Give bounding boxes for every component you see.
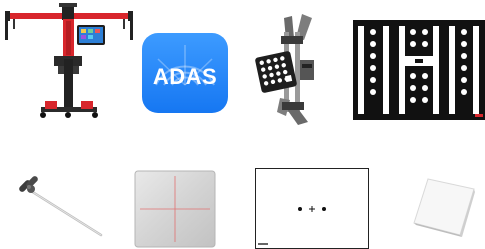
t-handle-tool-image[interactable] xyxy=(15,175,107,240)
reflector-pad-image[interactable] xyxy=(134,170,216,248)
wheel-clamp-target-holder-icon xyxy=(255,14,314,125)
calibration-frame-image[interactable] xyxy=(5,3,133,123)
square-plate-image[interactable] xyxy=(410,177,476,237)
dot-target-image[interactable] xyxy=(255,168,369,249)
adas-app-logo-icon: ADAS xyxy=(142,33,228,113)
pattern-board-image[interactable] xyxy=(353,20,485,120)
white-square-plate-icon xyxy=(413,178,475,237)
target-holder-image[interactable] xyxy=(250,12,328,126)
three-dot-target-board-icon xyxy=(255,168,369,249)
reflector-pad-crosshair-icon xyxy=(134,170,216,248)
adas-logo-tile[interactable]: ADAS xyxy=(142,33,228,113)
camera-calibration-pattern-board-icon xyxy=(353,20,485,120)
t-handle-pointer-tool-icon xyxy=(19,176,103,237)
adas-calibration-frame-icon xyxy=(5,3,133,118)
logo-text: ADAS xyxy=(153,64,217,89)
